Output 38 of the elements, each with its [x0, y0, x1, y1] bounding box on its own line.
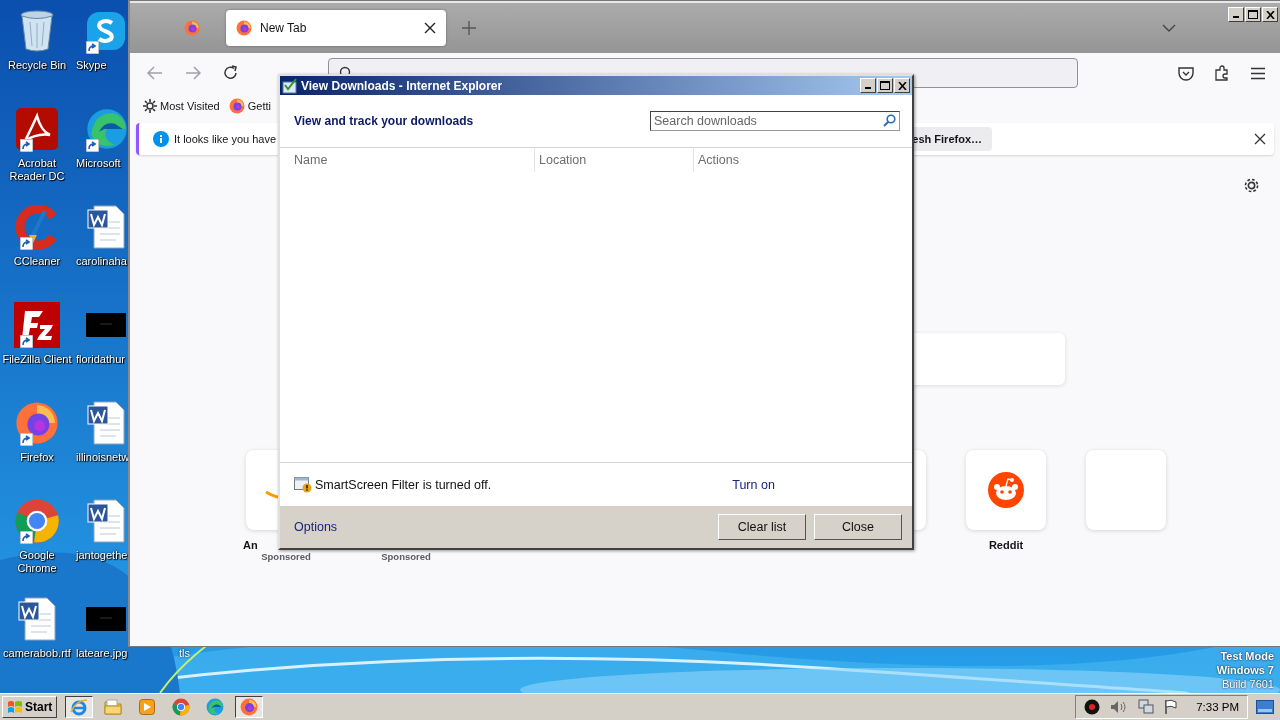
options-link[interactable]: Options: [294, 520, 338, 534]
sponsored-label: Sponsored: [381, 551, 431, 562]
desktop-icon-label[interactable]: Firefox: [20, 451, 54, 464]
clock[interactable]: 7:33 PM: [1196, 701, 1239, 713]
desktop-icon-label[interactable]: CCleaner: [13, 255, 61, 268]
desktop-icon-label[interactable]: floridathur: [76, 353, 125, 366]
shortcut-title: Reddit: [988, 539, 1024, 551]
dialog-button[interactable]: Clear list: [718, 514, 806, 540]
system-notice-text: Build 7601: [1222, 677, 1274, 691]
column-header[interactable]: Actions: [694, 148, 739, 172]
dialog-button[interactable]: Close: [814, 514, 902, 540]
browser-tab[interactable]: New Tab: [226, 10, 446, 46]
sponsored-label: Sponsored: [261, 551, 311, 562]
desktop-icon-label[interactable]: lateare.jpg: [76, 647, 128, 660]
desktop-icon-label[interactable]: Acrobat Reader DC: [0, 157, 74, 183]
smartscreen-status-text: SmartScreen Filter is turned off.: [315, 477, 492, 492]
system-notice-text: Test Mode: [1220, 649, 1274, 663]
desktop-icon-label[interactable]: jantogethe: [76, 549, 128, 562]
dialog-heading: View and track your downloads: [294, 114, 474, 128]
window-title: View Downloads - Internet Explorer: [301, 78, 503, 93]
desktop-icon-label[interactable]: carolinaha: [76, 255, 127, 268]
shortcut-title: An: [243, 539, 258, 551]
system-notice-text: Windows 7: [1216, 663, 1274, 677]
desktop-icon-label[interactable]: Skype: [76, 59, 107, 72]
desktop-icon-label[interactable]: Microsoft: [76, 157, 121, 170]
desktop-icon-label[interactable]: Google Chrome: [0, 549, 74, 575]
column-header[interactable]: Location: [535, 148, 694, 172]
column-header[interactable]: Name: [280, 148, 535, 172]
turn-on-link[interactable]: Turn on: [732, 477, 775, 492]
start-button[interactable]: Start: [2, 696, 58, 718]
desktop-icon-label[interactable]: FileZilla Client: [2, 353, 72, 366]
tab-title: New Tab: [260, 21, 308, 35]
bookmark-item[interactable]: Most Visited: [143, 99, 220, 113]
bookmark-item[interactable]: Getti: [228, 98, 271, 114]
desktop-icon-label[interactable]: Recycle Bin: [7, 59, 67, 72]
notification-text: It looks like you have: [174, 133, 277, 145]
desktop-icon-label[interactable]: camerabob.rtf: [3, 647, 71, 660]
search-field[interactable]: Search downloads: [650, 111, 900, 131]
